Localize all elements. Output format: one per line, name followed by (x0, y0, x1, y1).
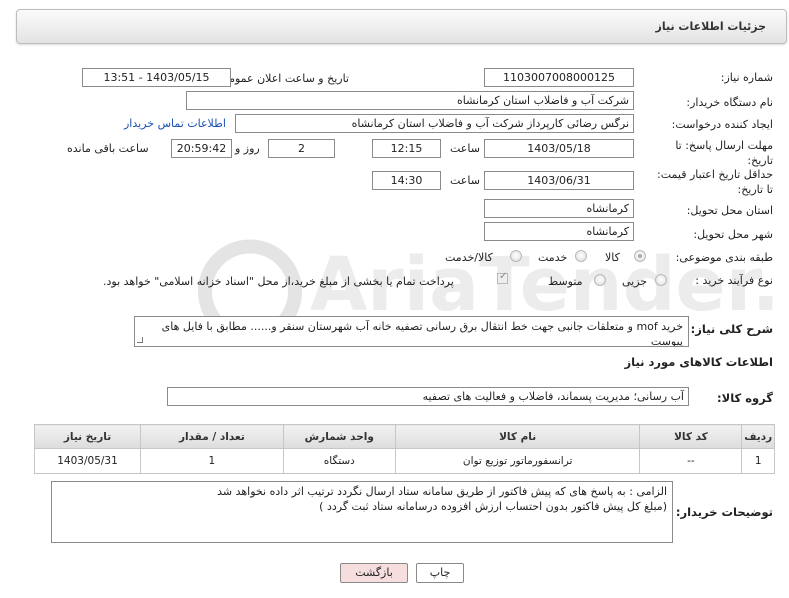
category-label: طبقه بندی موضوعی: (675, 251, 773, 264)
payment-note: پرداخت تمام یا بخشی از مبلغ خرید،از محل … (103, 275, 454, 288)
cell-date: 1403/05/31 (33, 448, 142, 474)
reply-time-label: ساعت (450, 142, 480, 155)
validity-date-field: 1403/06/31 (484, 171, 634, 190)
items-table: ردیف کد کالا نام کالا واحد شمارش تعداد /… (33, 424, 775, 474)
description-text: خرید mof و متعلقات جانبی جهت خط انتقال ب… (161, 320, 683, 347)
col-date: تاریخ نیاز (33, 424, 142, 449)
goods-section-title: اطلاعات کالاهای مورد نیاز (624, 355, 773, 369)
requester-field: نرگس رضائی کارپرداز شرکت آب و فاضلاب است… (235, 114, 634, 133)
category-option-goods: کالا (605, 251, 620, 264)
city-field: کرمانشاه (484, 222, 634, 241)
cell-unit: دستگاه (282, 448, 396, 474)
buyer-notes-line2: (مبلغ کل پیش فاکتور بدون احتساب ارزش افز… (319, 500, 667, 513)
goods-group-field: آب رسانی؛ مدیریت پسماند، فاضلاب و فعالیت… (167, 387, 689, 406)
purchase-option-minor: جزیی (622, 275, 648, 288)
purchase-option-medium: متوسط (548, 275, 583, 288)
buyer-notes-line1: الزامی : به پاسخ های که پیش فاکتور از طر… (217, 485, 667, 498)
need-number-label: شماره نیاز: (720, 71, 773, 84)
col-row: ردیف (741, 424, 775, 449)
buyer-contact-link[interactable]: اطلاعات تماس خریدار (124, 117, 226, 130)
category-radio-both[interactable] (510, 250, 522, 262)
purchase-radio-medium[interactable] (594, 274, 606, 286)
category-radio-service[interactable] (575, 250, 587, 262)
reply-time-field: 12:15 (372, 139, 441, 158)
province-label: استان محل تحویل: (686, 204, 773, 217)
category-radio-goods[interactable] (634, 250, 646, 262)
requester-label: ایجاد کننده درخواست: (671, 118, 773, 131)
col-name: نام کالا (394, 424, 641, 449)
col-unit: واحد شمارش (282, 424, 396, 449)
goods-group-label: گروه کالا: (717, 391, 773, 405)
announce-label: تاریخ و ساعت اعلان عمومی: (216, 72, 349, 85)
table-row: 1 -- ترانسفورماتور توزیع توان دستگاه 1 1… (33, 448, 775, 474)
buyer-notes-field: الزامی : به پاسخ های که پیش فاکتور از طر… (51, 481, 673, 543)
remaining-label: ساعت باقی مانده (67, 142, 149, 155)
days-field: 2 (268, 139, 335, 158)
buyer-org-label: نام دستگاه خریدار: (686, 96, 773, 109)
category-option-both: کالا/خدمت (445, 251, 493, 264)
back-button[interactable]: بازگشت (340, 563, 408, 583)
page-title: جزئیات اطلاعات نیاز (655, 20, 767, 33)
remaining-time-field: 20:59:42 (171, 139, 232, 158)
cell-code: -- (639, 448, 743, 474)
buyer-notes-label: توضیحات خریدار: (675, 505, 773, 519)
description-field: خرید mof و متعلقات جانبی جهت خط انتقال ب… (134, 316, 689, 347)
purchase-type-label: نوع فرآیند خرید : (695, 274, 773, 287)
price-validity-label: حداقل تاریخ اعتبار قیمت: تا تاریخ: (657, 168, 773, 196)
cell-row: 1 (741, 448, 775, 474)
city-label: شهر محل تحویل: (693, 228, 773, 241)
province-field: کرمانشاه (484, 199, 634, 218)
reply-deadline-label: مهلت ارسال پاسخ: تا تاریخ: (675, 139, 773, 167)
cell-name: ترانسفورماتور توزیع توان (394, 448, 641, 474)
category-option-service: خدمت (538, 251, 568, 264)
buyer-org-field: شرکت آب و فاضلاب استان کرمانشاه (186, 91, 634, 110)
col-qty: تعداد / مقدار (140, 424, 284, 449)
validity-time-label: ساعت (450, 174, 480, 187)
need-number-field: 1103007008000125 (484, 68, 634, 87)
cell-qty: 1 (140, 448, 284, 474)
description-label: شرح کلی نیاز: (690, 322, 773, 336)
payment-checkbox[interactable] (497, 271, 508, 284)
validity-time-field: 14:30 (372, 171, 441, 190)
items-table-header: ردیف کد کالا نام کالا واحد شمارش تعداد /… (33, 424, 775, 449)
days-label: روز و (235, 142, 260, 155)
col-code: کد کالا (639, 424, 743, 449)
purchase-radio-minor[interactable] (655, 274, 667, 286)
reply-date-field: 1403/05/18 (484, 139, 634, 158)
description-resize-handle[interactable] (137, 337, 143, 343)
announce-field: 1403/05/15 - 13:51 (82, 68, 231, 87)
print-button[interactable]: چاپ (416, 563, 464, 583)
page-header: جزئیات اطلاعات نیاز (16, 9, 787, 44)
